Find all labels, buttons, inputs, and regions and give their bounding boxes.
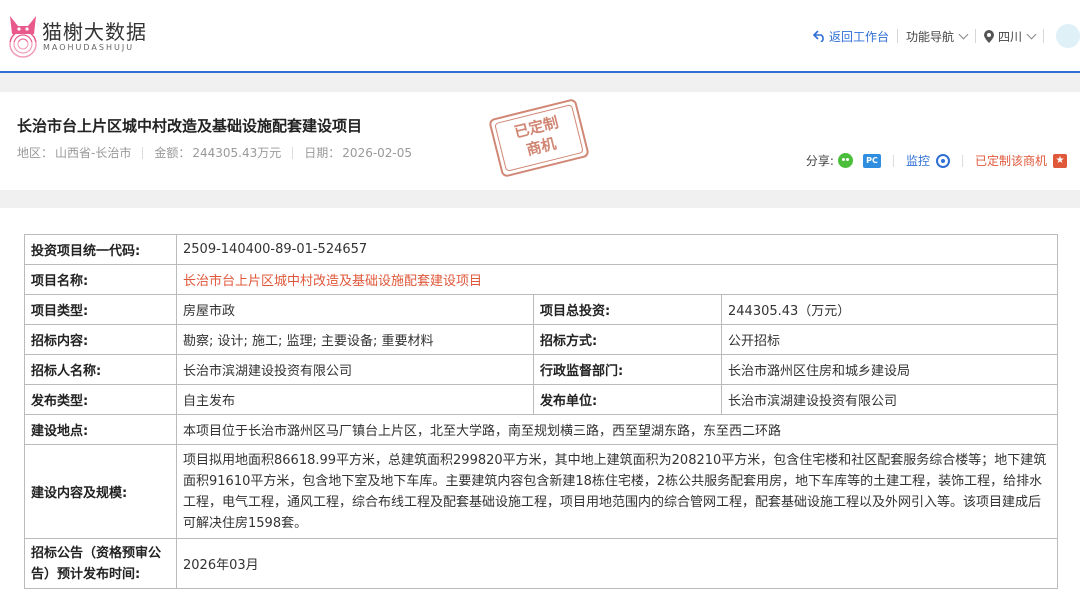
logo[interactable]: 猫榭大数据 MAOHUDASHUJU — [0, 6, 150, 66]
chevron-down-icon — [1026, 29, 1037, 39]
row-value: 本项目位于长治市潞州区马厂镇台上片区，北至大学路，南至规划横三路，西至望湖东路，… — [176, 414, 1058, 445]
table-row: 招标公告（资格预审公告）预计发布时间: 2026年03月 — [24, 538, 1058, 589]
customized-stamp: 已定制 商机 — [488, 98, 590, 178]
table-row: 招标内容: 勘察; 设计; 施工; 监理; 主要设备; 重要材料 招标方式: 公… — [24, 324, 1058, 355]
location-pin-icon — [983, 29, 994, 43]
action-divider — [892, 154, 894, 167]
nav-divider — [1043, 29, 1044, 43]
stamp-line-1: 已定制 — [512, 113, 561, 142]
bookmark-icon[interactable]: ★ — [1053, 153, 1067, 168]
row-value: 房屋市政 — [176, 294, 534, 325]
top-bar: 猫榭大数据 MAOHUDASHUJU 返回工作台 功能导航 四川 — [0, 0, 1080, 73]
customized-opportunity-button[interactable]: 已定制该商机 — [975, 152, 1047, 169]
row-key: 建设地点: — [24, 414, 177, 445]
nav-divider — [896, 29, 898, 43]
row-key: 发布单位: — [533, 384, 722, 415]
row-key: 招标方式: — [533, 324, 722, 355]
table-row: 项目类型: 房屋市政 项目总投资: 244305.43（万元） — [24, 294, 1058, 325]
row-value: 自主发布 — [176, 384, 534, 415]
function-nav-dropdown[interactable]: 功能导航 — [905, 28, 969, 45]
stamp-line-2: 商机 — [524, 134, 558, 160]
row-value: 长治市滨湖建设投资有限公司 — [721, 384, 1058, 415]
logo-name: 猫榭大数据 — [42, 20, 147, 44]
row-key: 招标人名称: — [24, 354, 177, 385]
row-key: 行政监督部门: — [533, 354, 722, 385]
project-header-card: 长治市台上片区城中村改造及基础设施配套建设项目 地区： 山西省-长治市 金额： … — [0, 92, 1080, 190]
meta-date-value: 2026-02-05 — [342, 145, 413, 160]
logo-cat-icon — [6, 16, 40, 58]
project-name-link[interactable]: 长治市台上片区城中村改造及基础设施配套建设项目 — [176, 264, 1058, 295]
table-row: 建设内容及规模: 项目拟用地面积86618.99平方米，总建筑面积299820平… — [24, 444, 1058, 539]
meta-region-label: 地区： — [17, 146, 54, 160]
project-info-table: 投资项目统一代码: 2509-140400-89-01-524657 项目名称:… — [24, 234, 1058, 589]
row-key: 建设内容及规模: — [24, 444, 177, 539]
project-details-card: 投资项目统一代码: 2509-140400-89-01-524657 项目名称:… — [0, 208, 1080, 616]
row-value: 2509-140400-89-01-524657 — [176, 234, 1058, 265]
chevron-down-icon — [958, 29, 969, 39]
meta-amount-label: 金额： — [154, 146, 191, 160]
return-workbench-link[interactable]: 返回工作台 — [812, 28, 889, 45]
avatar[interactable] — [1056, 24, 1080, 48]
row-key: 项目类型: — [24, 294, 177, 325]
region-label: 四川 — [997, 29, 1022, 44]
region-selector[interactable]: 四川 — [983, 28, 1037, 45]
meta-date-label: 日期： — [304, 146, 341, 160]
top-nav: 返回工作台 功能导航 四川 — [812, 24, 1080, 48]
row-key: 项目总投资: — [533, 294, 722, 325]
row-value: 长治市潞州区住房和城乡建设局 — [721, 354, 1058, 385]
share-label: 分享: — [805, 154, 834, 168]
row-value: 2026年03月 — [176, 538, 1058, 589]
row-value: 勘察; 设计; 施工; 监理; 主要设备; 重要材料 — [176, 324, 534, 355]
nav-divider — [974, 29, 976, 43]
project-meta: 地区： 山西省-长治市 金额： 244305.43万元 日期： 2026-02-… — [17, 144, 412, 161]
logo-subtitle: MAOHUDASHUJU — [43, 43, 135, 52]
table-row: 投资项目统一代码: 2509-140400-89-01-524657 — [24, 234, 1058, 265]
row-value: 长治市滨湖建设投资有限公司 — [176, 354, 534, 385]
project-actions: 分享: PC 监控 已定制该商机 ★ — [806, 152, 1067, 169]
table-row: 项目名称: 长治市台上片区城中村改造及基础设施配套建设项目 — [24, 264, 1058, 295]
table-row: 招标人名称: 长治市滨湖建设投资有限公司 行政监督部门: 长治市潞州区住房和城乡… — [24, 354, 1058, 385]
table-row: 建设地点: 本项目位于长治市潞州区马厂镇台上片区，北至大学路，南至规划横三路，西… — [24, 414, 1058, 445]
pc-share-icon[interactable]: PC — [862, 153, 881, 168]
meta-region-value: 山西省-长治市 — [55, 146, 132, 160]
row-key: 招标公告（资格预审公告）预计发布时间: — [24, 538, 177, 589]
monitor-icon[interactable] — [935, 153, 950, 168]
function-nav-label: 功能导航 — [905, 29, 954, 44]
action-divider — [961, 154, 963, 167]
meta-divider — [142, 146, 144, 159]
monitor-button[interactable]: 监控 — [906, 152, 930, 169]
return-workbench-label: 返回工作台 — [828, 29, 889, 44]
row-value: 244305.43（万元） — [721, 294, 1058, 325]
return-icon — [812, 30, 824, 42]
row-key: 招标内容: — [24, 324, 177, 355]
row-key: 项目名称: — [24, 264, 177, 295]
row-value: 公开招标 — [721, 324, 1058, 355]
meta-divider — [292, 146, 294, 159]
wechat-share-icon[interactable] — [837, 153, 853, 168]
table-row: 发布类型: 自主发布 发布单位: 长治市滨湖建设投资有限公司 — [24, 384, 1058, 415]
page-title: 长治市台上片区城中村改造及基础设施配套建设项目 — [17, 117, 363, 135]
row-key: 投资项目统一代码: — [24, 234, 177, 265]
row-value: 项目拟用地面积86618.99平方米，总建筑面积299820平方米，其中地上建筑… — [176, 444, 1058, 539]
row-key: 发布类型: — [24, 384, 177, 415]
meta-amount-value: 244305.43万元 — [192, 146, 282, 160]
